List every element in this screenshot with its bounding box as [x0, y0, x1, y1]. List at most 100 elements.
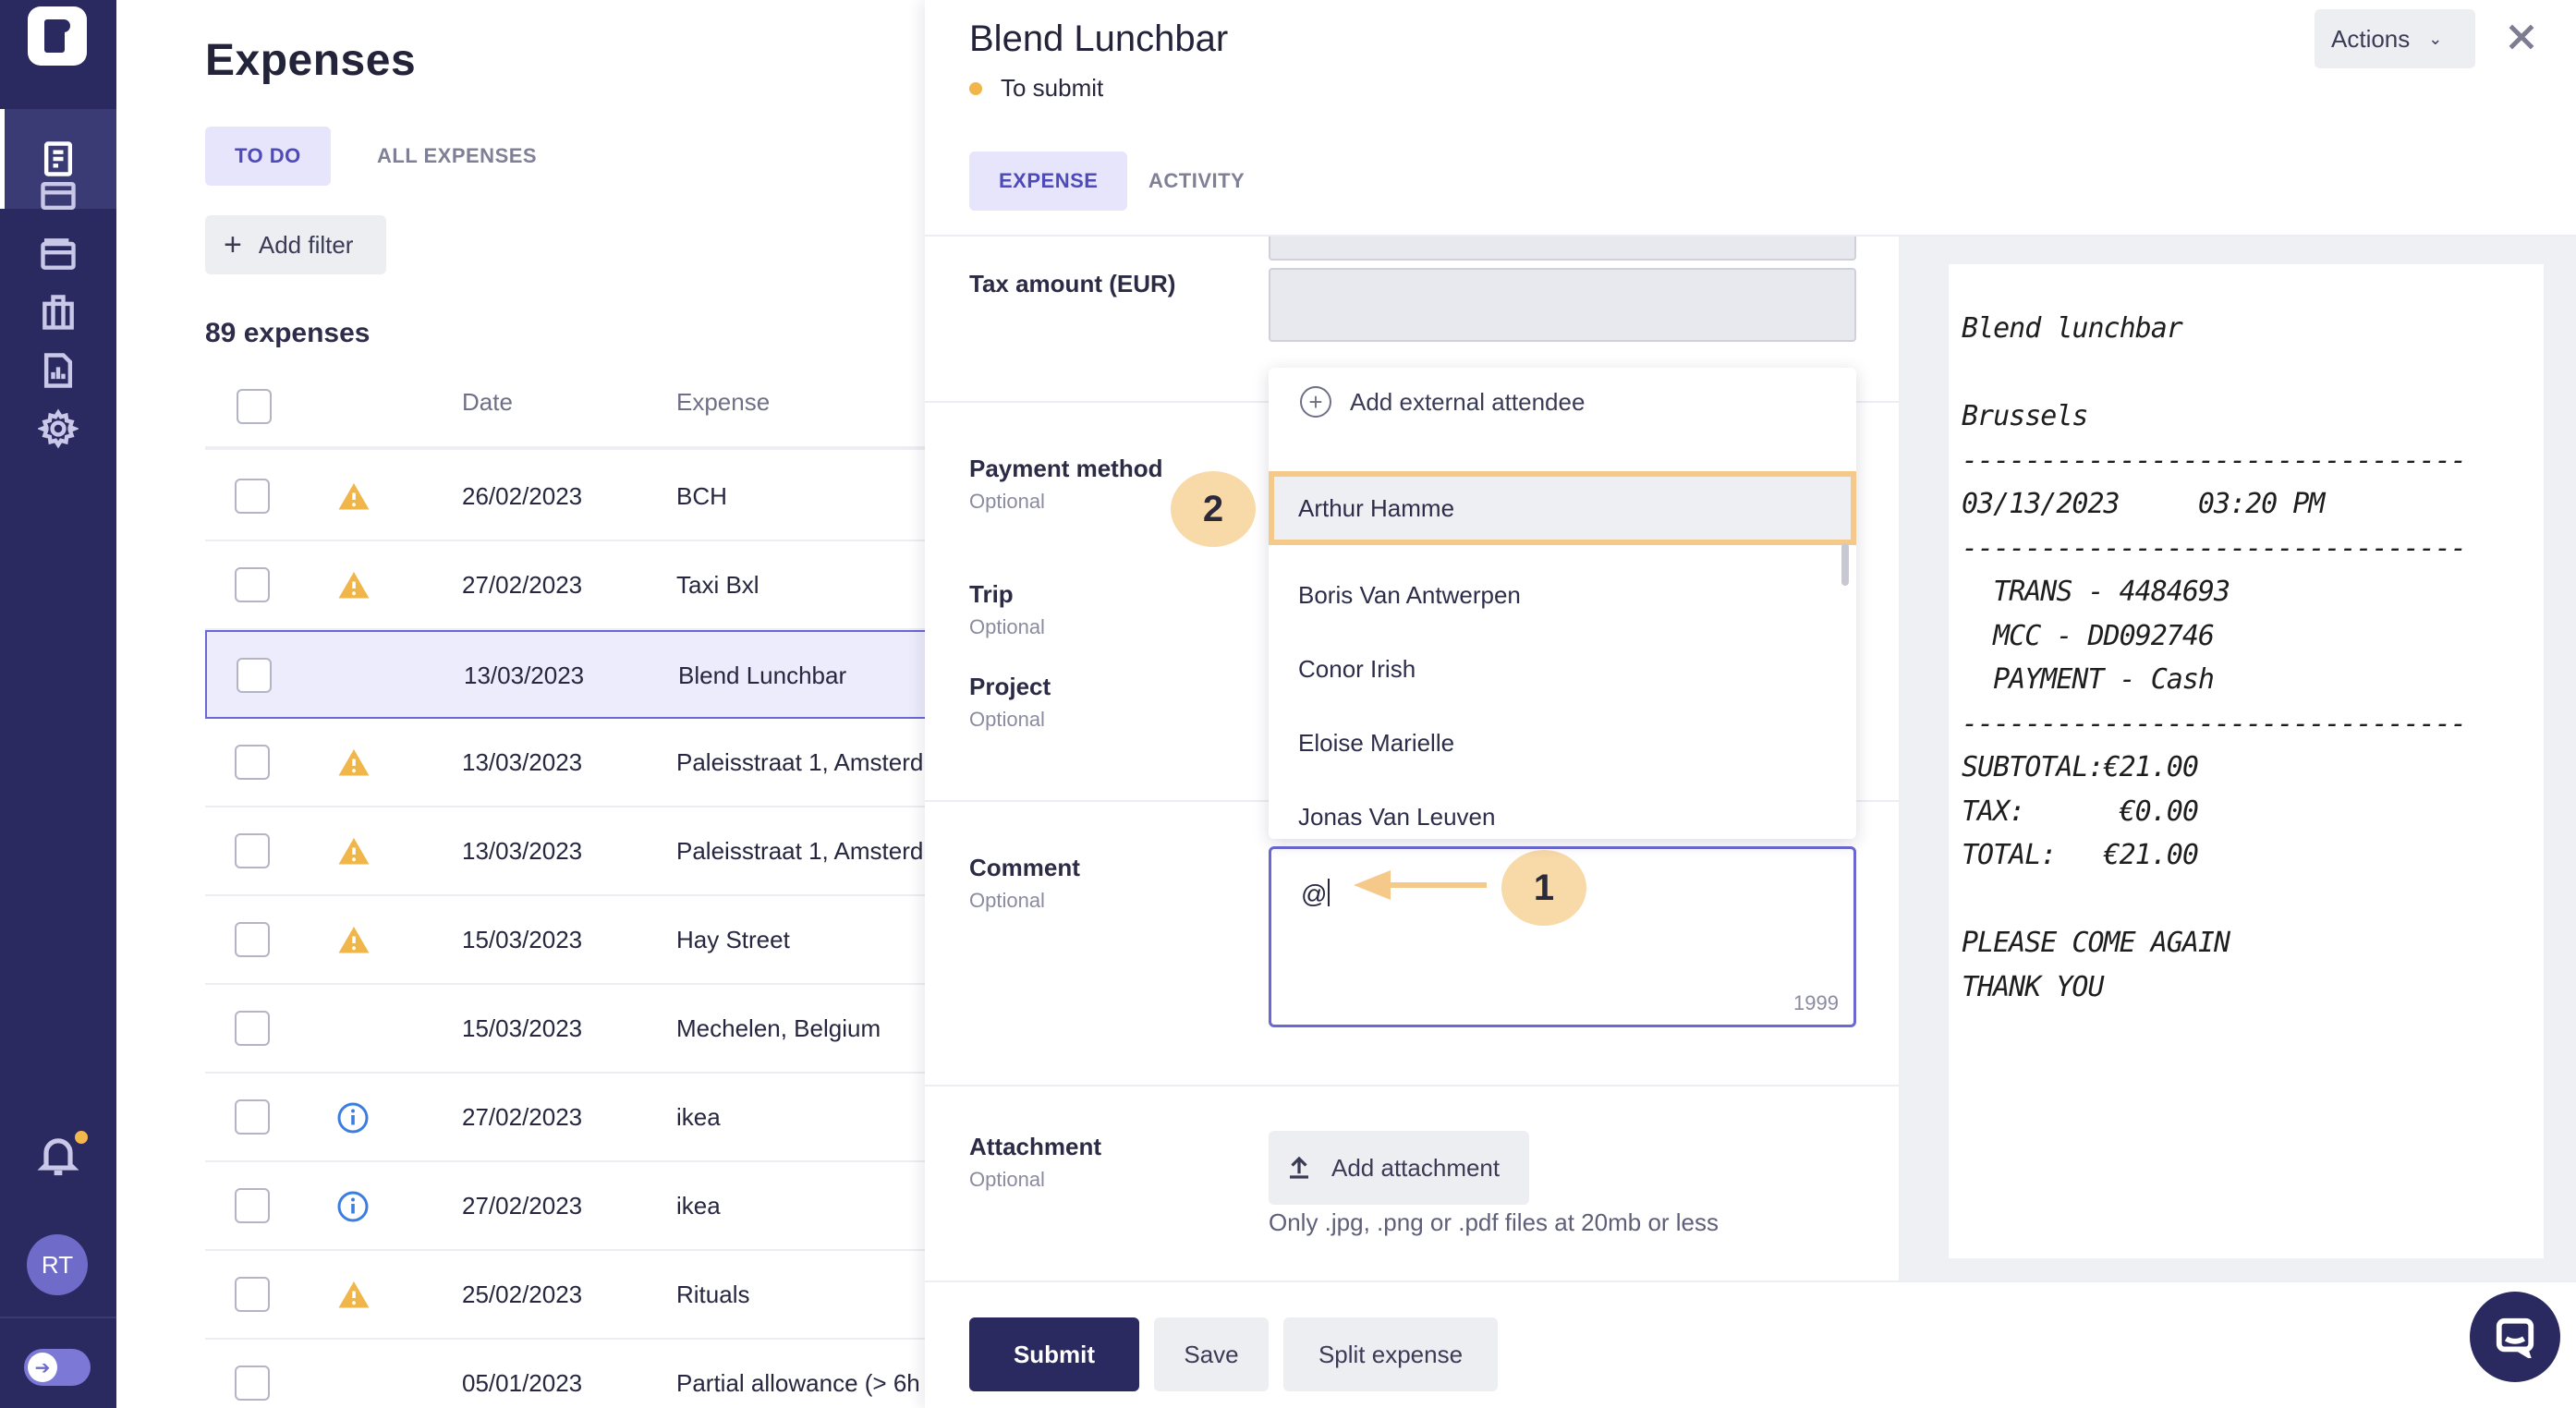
attendee-option[interactable]: Eloise Marielle [1269, 706, 1856, 780]
warning-icon [336, 480, 371, 514]
table-row[interactable]: 15/03/2023 Mechelen, Belgium [205, 985, 930, 1074]
add-attachment-button[interactable]: Add attachment [1269, 1131, 1529, 1205]
chevron-down-icon: ⌄ [2428, 29, 2443, 48]
table-row[interactable]: 15/03/2023 Hay Street [205, 896, 930, 985]
warning-icon [336, 924, 371, 957]
add-attachment-label: Add attachment [1331, 1153, 1501, 1182]
payment-method-optional: Optional [969, 490, 1045, 513]
row-checkbox[interactable] [235, 1366, 270, 1401]
row-expense-name: Rituals [676, 1281, 750, 1308]
row-checkbox[interactable] [237, 658, 272, 693]
project-label: Project [969, 673, 1051, 700]
tab-all-expenses[interactable]: ALL EXPENSES [347, 127, 566, 186]
save-button[interactable]: Save [1154, 1317, 1269, 1391]
section-divider [925, 1085, 1899, 1086]
status-badge: To submit [969, 74, 1103, 103]
status-text: To submit [1001, 74, 1104, 102]
comment-value: @ [1301, 879, 1331, 909]
submit-button[interactable]: Submit [969, 1317, 1139, 1391]
add-circle-icon: + [1300, 386, 1331, 418]
dropdown-scrollbar[interactable] [1841, 543, 1849, 586]
row-expense-name: Taxi Bxl [676, 571, 759, 599]
warning-icon [336, 1279, 371, 1312]
sidebar: RT ➔ [0, 0, 116, 1408]
row-expense-name: ikea [676, 1103, 721, 1131]
previous-field-input[interactable] [1269, 237, 1856, 261]
table-row[interactable]: 25/02/2023 Rituals [205, 1251, 930, 1340]
row-date: 05/01/2023 [462, 1369, 583, 1397]
warning-icon [336, 835, 371, 868]
row-checkbox[interactable] [235, 922, 270, 957]
row-checkbox[interactable] [235, 1188, 270, 1223]
add-external-attendee-option[interactable]: + Add external attendee [1300, 386, 1585, 418]
warning-icon [336, 569, 371, 602]
expense-list-area: Expenses TO DO ALL EXPENSES + Add filter… [116, 0, 930, 1408]
select-all-checkbox[interactable] [237, 389, 272, 424]
close-button[interactable] [2503, 18, 2540, 55]
attendee-option[interactable]: Jonas Van Leuven [1269, 780, 1856, 839]
actions-button[interactable]: Actions ⌄ [2315, 9, 2475, 68]
tab-activity[interactable]: ACTIVITY [1119, 152, 1274, 211]
trip-optional: Optional [969, 615, 1045, 638]
row-checkbox[interactable] [235, 479, 270, 514]
row-checkbox[interactable] [235, 567, 270, 602]
panel-footer: Submit Save Split expense [925, 1281, 2576, 1408]
tax-amount-input[interactable] [1269, 268, 1856, 342]
table-row[interactable]: 27/02/2023 ikea [205, 1074, 930, 1162]
row-date: 27/02/2023 [462, 571, 583, 599]
info-icon [336, 1190, 371, 1223]
attendee-option[interactable]: Arthur Hamme [1269, 471, 1856, 545]
project-optional: Optional [969, 708, 1045, 731]
add-filter-button[interactable]: + Add filter [205, 215, 386, 274]
chat-support-button[interactable] [2470, 1292, 2560, 1382]
attendee-option[interactable]: Conor Irish [1269, 632, 1856, 706]
row-date: 26/02/2023 [462, 482, 583, 510]
attendee-option[interactable]: Boris Van Antwerpen [1269, 558, 1856, 632]
add-filter-label: Add filter [258, 230, 354, 259]
upload-icon [1290, 1156, 1308, 1179]
comment-label: Comment [969, 854, 1080, 881]
row-checkbox[interactable] [235, 833, 270, 868]
avatar[interactable]: RT [27, 1234, 88, 1295]
row-expense-name: Paleisstraat 1, Amsterd [676, 748, 924, 776]
table-row[interactable]: 13/03/2023 Paleisstraat 1, Amsterd [205, 807, 930, 896]
receipt-image: Blend lunchbar Brussels ----------------… [1949, 264, 2544, 1258]
attachment-hint: Only .jpg, .png or .pdf files at 20mb or… [1269, 1208, 1719, 1236]
tab-expense[interactable]: EXPENSE [969, 152, 1128, 211]
attachment-label: Attachment [969, 1133, 1102, 1160]
info-icon [336, 1101, 371, 1135]
header-divider [205, 446, 930, 450]
notification-dot [71, 1127, 91, 1147]
annotation-arrow [1354, 870, 1487, 900]
tab-to-do[interactable]: TO DO [205, 127, 331, 186]
row-expense-name: Partial allowance (> 6h [676, 1369, 920, 1397]
table-row[interactable]: 26/02/2023 BCH [205, 453, 930, 541]
table-row[interactable]: 27/02/2023 ikea [205, 1162, 930, 1251]
notifications-button[interactable] [34, 1127, 91, 1183]
table-row[interactable]: 27/02/2023 Taxi Bxl [205, 541, 930, 630]
gear-icon [38, 408, 79, 449]
row-checkbox[interactable] [235, 745, 270, 780]
nav-settings[interactable] [0, 379, 116, 479]
warning-icon [336, 746, 371, 780]
chat-icon [2496, 1317, 2534, 1358]
row-expense-name: ikea [676, 1192, 721, 1220]
table-row[interactable]: 13/03/2023 Paleisstraat 1, Amsterd [205, 719, 930, 807]
annotation-badge-1: 1 [1501, 850, 1586, 926]
attachment-optional: Optional [969, 1168, 1045, 1191]
row-checkbox[interactable] [235, 1011, 270, 1046]
row-date: 15/03/2023 [462, 926, 583, 953]
row-date: 13/03/2023 [462, 837, 583, 865]
row-checkbox[interactable] [235, 1099, 270, 1135]
char-count: 1999 [1793, 991, 1839, 1014]
row-date: 27/02/2023 [462, 1103, 583, 1131]
page-title: Expenses [205, 36, 417, 85]
row-expense-name: Blend Lunchbar [678, 662, 847, 689]
sidebar-toggle[interactable]: ➔ [24, 1349, 91, 1386]
table-row[interactable]: 05/01/2023 Partial allowance (> 6h [205, 1340, 930, 1408]
sidebar-divider [0, 1317, 116, 1318]
r-logo[interactable] [28, 6, 87, 66]
table-row[interactable]: 13/03/2023 Blend Lunchbar [205, 630, 930, 719]
row-checkbox[interactable] [235, 1277, 270, 1312]
split-expense-button[interactable]: Split expense [1283, 1317, 1498, 1391]
